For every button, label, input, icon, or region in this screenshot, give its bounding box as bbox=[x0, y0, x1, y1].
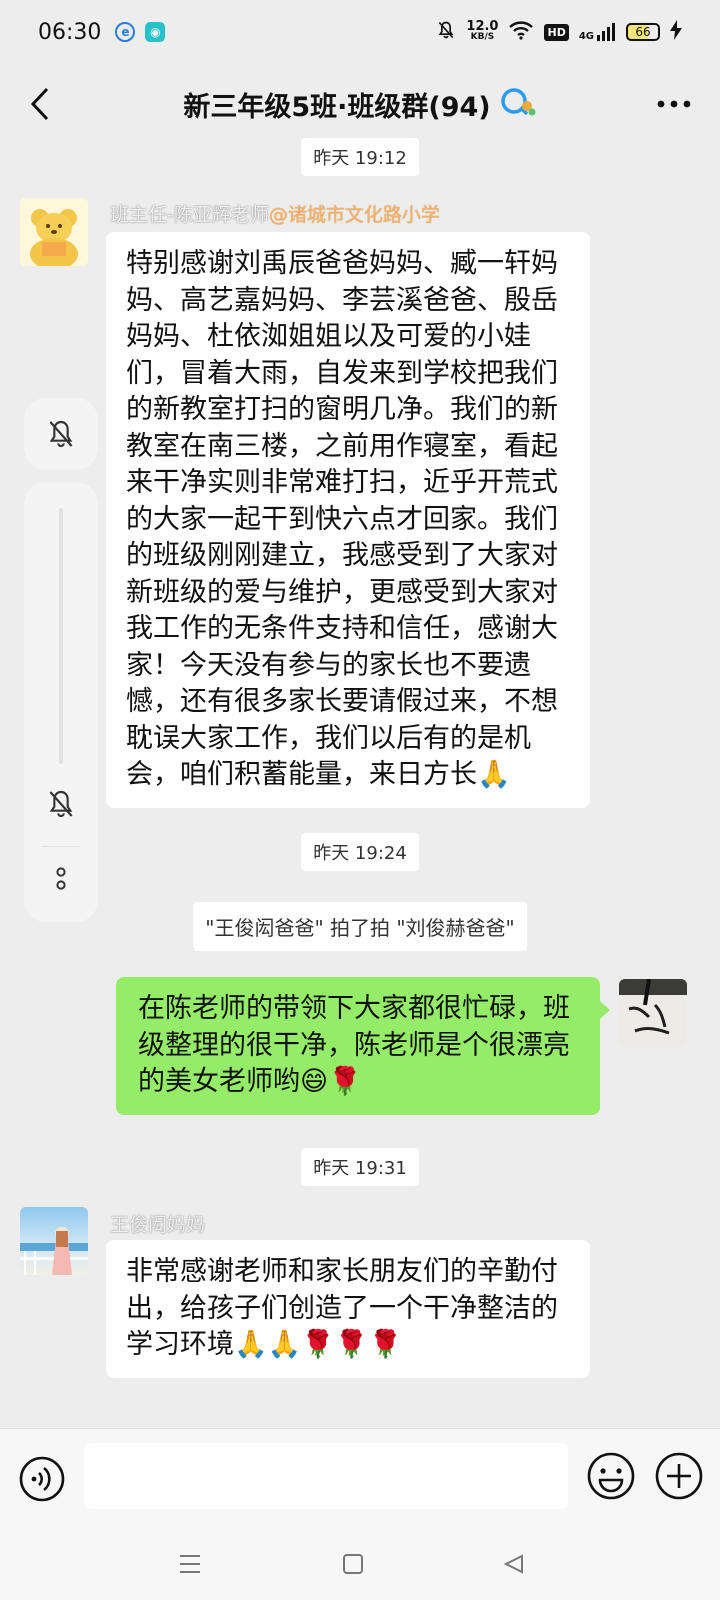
mute-float-button[interactable] bbox=[24, 398, 98, 470]
signal-icon: 4G bbox=[579, 22, 616, 42]
system-back-button[interactable] bbox=[496, 1546, 532, 1582]
status-time: 06:30 bbox=[38, 19, 102, 45]
browser-notification-icon: e bbox=[115, 22, 136, 42]
message-bubble[interactable]: 特别感谢刘禹辰爸爸妈妈、臧一轩妈妈、高艺嘉妈妈、李芸溪爸爸、殷岳妈妈、杜依洳姐姐… bbox=[106, 232, 590, 808]
status-bar: 06:30 e ◉ 12.0 KB/S HD 4G 66 bbox=[0, 0, 720, 64]
chat-title: 新三年级5班·班级群(94) bbox=[183, 91, 491, 123]
triangle-back-icon bbox=[503, 1554, 523, 1574]
emoji-button[interactable] bbox=[586, 1451, 636, 1501]
voice-input-button[interactable] bbox=[18, 1455, 66, 1503]
timestamp: 昨天 19:24 bbox=[301, 833, 419, 871]
more-functions-button[interactable] bbox=[654, 1451, 704, 1501]
sender-organization: @诸城市文化路小学 bbox=[268, 204, 440, 226]
chat-header: 新三年级5班·班级群(94) bbox=[0, 64, 720, 144]
network-speed-value: 12.0 bbox=[466, 19, 499, 34]
bell-off-icon bbox=[49, 790, 73, 817]
side-more-button[interactable] bbox=[48, 858, 74, 898]
square-icon bbox=[343, 1554, 363, 1574]
mute-toggle-button[interactable] bbox=[41, 784, 81, 824]
message-bubble[interactable]: 非常感谢老师和家长朋友们的辛勤付出，给孩子们创造了一个干净整洁的学习环境🙏🙏🌹🌹… bbox=[106, 1240, 590, 1378]
sender-name-text: 班主任-陈亚辉老师 bbox=[110, 204, 269, 226]
recent-apps-button[interactable] bbox=[172, 1546, 208, 1582]
network-type: 4G bbox=[578, 31, 594, 42]
chat-notification-icon: ◉ bbox=[145, 22, 166, 42]
charging-icon bbox=[670, 19, 682, 45]
more-options-button[interactable] bbox=[652, 84, 696, 124]
avatar[interactable] bbox=[20, 198, 88, 266]
emoji-icon bbox=[587, 1452, 635, 1500]
message-input[interactable] bbox=[84, 1443, 568, 1509]
side-slider-track[interactable] bbox=[59, 508, 63, 764]
floating-side-panel bbox=[24, 482, 98, 922]
mute-icon bbox=[436, 20, 456, 45]
plus-icon bbox=[655, 1452, 703, 1500]
chevron-left-icon bbox=[30, 87, 49, 121]
vertical-dots-icon bbox=[56, 867, 66, 890]
teddy-bear-avatar-icon bbox=[20, 198, 88, 266]
more-dots-icon bbox=[657, 100, 691, 108]
system-nav-bar bbox=[0, 1528, 720, 1600]
timestamp: 昨天 19:31 bbox=[301, 1148, 419, 1186]
bell-off-icon bbox=[49, 420, 73, 447]
input-bar bbox=[0, 1428, 720, 1528]
menu-lines-icon bbox=[180, 1555, 200, 1573]
message-bubble-outgoing[interactable]: 在陈老师的带领下大家都很忙碌，班级整理的很干净，陈老师是个很漂亮的美女老师哟😄🌹 bbox=[116, 977, 610, 1115]
my-avatar[interactable] bbox=[619, 979, 687, 1047]
divider bbox=[42, 846, 80, 847]
network-speed-unit: KB/S bbox=[470, 32, 495, 42]
calligraphy-avatar-icon bbox=[619, 979, 687, 1047]
network-speed: 12.0 KB/S bbox=[466, 19, 499, 43]
sender-name: 王俊闳妈妈 bbox=[110, 1214, 206, 1236]
group-chat-badge-icon bbox=[499, 86, 537, 122]
battery-icon: 66 bbox=[626, 23, 660, 41]
timestamp: 昨天 19:12 bbox=[301, 138, 419, 176]
avatar[interactable] bbox=[20, 1207, 88, 1275]
hd-badge: HD bbox=[544, 23, 569, 41]
wifi-icon bbox=[508, 20, 534, 45]
beach-photo-avatar-icon bbox=[20, 1207, 88, 1275]
sender-name: 班主任-陈亚辉老师@诸城市文化路小学 bbox=[110, 200, 440, 227]
back-button[interactable] bbox=[18, 82, 62, 126]
home-button[interactable] bbox=[335, 1546, 371, 1582]
voice-icon bbox=[19, 1456, 65, 1502]
system-message: "王俊闳爸爸" 拍了拍 "刘俊赫爸爸" bbox=[193, 902, 527, 951]
